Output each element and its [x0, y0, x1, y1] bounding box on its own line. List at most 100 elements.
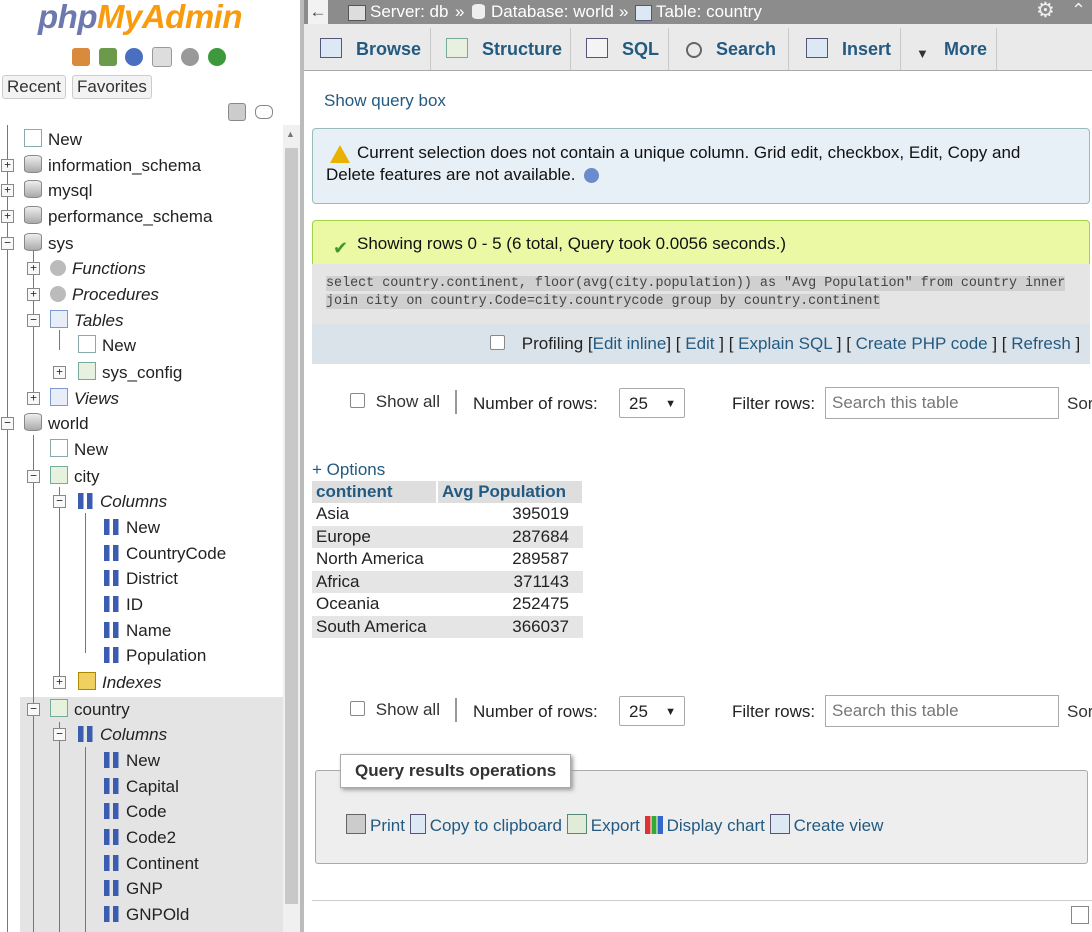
tree-sys-functions[interactable]: Functions — [50, 256, 146, 281]
gear-icon[interactable]: ⚙ — [1036, 0, 1055, 23]
collapse-icon[interactable]: − — [1, 237, 14, 250]
logout-icon[interactable] — [98, 47, 117, 66]
create-view-link[interactable]: Create view — [769, 814, 883, 835]
show-all-checkbox[interactable] — [350, 393, 365, 408]
tree-db-performance-schema[interactable]: performance_schema — [24, 204, 212, 229]
tree-db-mysql[interactable]: mysql — [24, 178, 92, 203]
tree-column-gnpold[interactable]: GNPOld — [104, 902, 189, 927]
filter-rows-input[interactable]: Search this table — [825, 387, 1059, 419]
tree-column-name[interactable]: Name — [104, 618, 171, 643]
print-link[interactable]: Print — [346, 814, 405, 835]
create-php-code-link[interactable]: Create PHP code — [856, 334, 988, 353]
tree-column-gnp[interactable]: GNP — [104, 876, 163, 901]
show-all-bottom[interactable]: Show all — [350, 700, 440, 720]
show-query-box-link[interactable]: Show query box — [324, 91, 446, 111]
breadcrumb: ← Server: db » Database: world » Table: … — [304, 0, 1092, 24]
expand-icon[interactable]: + — [27, 392, 40, 405]
show-all-top[interactable]: Show all — [350, 392, 440, 412]
breadcrumb-database[interactable]: Database: world — [491, 0, 614, 24]
tree-new-db[interactable]: New — [24, 127, 82, 152]
expand-icon[interactable]: + — [27, 288, 40, 301]
tree-column-capital[interactable]: Capital — [104, 774, 179, 799]
tree-column-code2[interactable]: Code2 — [104, 825, 176, 850]
tree-sys-views[interactable]: Views — [50, 386, 119, 411]
console-icon[interactable] — [1071, 906, 1089, 924]
tree-city-new-column[interactable]: New — [104, 515, 160, 540]
collapse-icon[interactable]: − — [53, 495, 66, 508]
expand-icon[interactable]: + — [27, 262, 40, 275]
collapse-icon[interactable]: − — [53, 728, 66, 741]
filter-rows-input[interactable]: Search this table — [825, 695, 1059, 727]
explain-sql-link[interactable]: Explain SQL — [738, 334, 832, 353]
tree-column-population[interactable]: Population — [104, 643, 206, 668]
tree-world-new-table[interactable]: New — [50, 437, 108, 462]
tree-table-sys-config[interactable]: sys_config — [78, 360, 182, 385]
tree-db-information-schema[interactable]: information_schema — [24, 153, 201, 178]
refresh-link[interactable]: Refresh — [1011, 334, 1071, 353]
tree-db-sys[interactable]: sys — [24, 231, 74, 256]
tab-insert[interactable]: Insert — [806, 28, 901, 70]
expand-icon[interactable]: + — [1, 159, 14, 172]
tree-table-country[interactable]: country — [50, 697, 130, 722]
reload-icon[interactable] — [207, 47, 226, 66]
views-icon — [50, 388, 68, 406]
copy-to-clipboard-link[interactable]: Copy to clipboard — [409, 814, 562, 835]
favorites-tab[interactable]: Favorites — [72, 75, 152, 99]
breadcrumb-server[interactable]: Server: db — [370, 0, 448, 24]
recent-tab[interactable]: Recent — [2, 75, 66, 99]
tree-column-continent[interactable]: Continent — [104, 851, 199, 876]
expand-icon[interactable]: + — [53, 366, 66, 379]
tree-sys-tables[interactable]: Tables — [50, 308, 123, 333]
tree-sys-procedures[interactable]: Procedures — [50, 282, 159, 307]
tree-city-indexes[interactable]: Indexes — [78, 670, 162, 695]
tree-db-world[interactable]: world — [24, 411, 89, 436]
scroll-up-icon[interactable]: ▲ — [286, 129, 295, 139]
tree-country-columns[interactable]: Columns — [78, 722, 167, 747]
edit-link[interactable]: Edit — [685, 334, 714, 353]
profiling-checkbox[interactable] — [490, 335, 505, 350]
tab-search[interactable]: Search — [686, 28, 789, 70]
rows-select[interactable]: 25 ▼ — [619, 696, 685, 726]
tree-city-columns[interactable]: Columns — [78, 489, 167, 514]
expand-icon[interactable]: + — [1, 184, 14, 197]
tab-structure[interactable]: Structure — [446, 28, 571, 70]
collapse-icon[interactable]: − — [27, 314, 40, 327]
link-icon[interactable] — [254, 104, 273, 119]
show-all-checkbox[interactable] — [350, 701, 365, 716]
settings-icon[interactable] — [180, 47, 199, 66]
nav-scrollbar-thumb[interactable] — [285, 148, 298, 904]
collapse-all-icon[interactable] — [228, 102, 246, 121]
options-link[interactable]: + Options — [312, 460, 385, 480]
edit-inline-link[interactable]: Edit inline — [593, 334, 667, 353]
help-icon[interactable] — [584, 168, 600, 183]
tab-more[interactable]: ▼ More — [916, 28, 997, 70]
docs-icon[interactable] — [152, 46, 173, 67]
rows-select[interactable]: 25 ▼ — [619, 388, 685, 418]
nav-resize-handle[interactable] — [300, 0, 304, 932]
tree-column-countrycode[interactable]: CountryCode — [104, 541, 226, 566]
arrow-left-icon[interactable]: ← — [308, 0, 328, 24]
help-icon[interactable] — [125, 47, 144, 66]
expand-icon[interactable]: + — [53, 676, 66, 689]
expand-icon[interactable]: + — [1, 210, 14, 223]
phpmyadmin-logo[interactable]: phpMyAdmin — [38, 0, 242, 36]
tree-sys-new-table[interactable]: New — [78, 333, 136, 358]
column-header-avg-population[interactable]: Avg Population — [437, 481, 584, 503]
tree-column-id[interactable]: ID — [104, 592, 143, 617]
collapse-icon[interactable]: − — [1, 417, 14, 430]
collapse-icon[interactable]: − — [27, 703, 40, 716]
breadcrumb-table[interactable]: Table: country — [656, 0, 762, 24]
column-header-continent[interactable]: continent — [312, 481, 438, 503]
tree-table-city[interactable]: city — [50, 464, 100, 489]
tab-sql[interactable]: SQL — [586, 28, 669, 70]
tree-country-new-column[interactable]: New — [104, 748, 160, 773]
collapse-top-icon[interactable]: ⌃ — [1071, 0, 1086, 22]
home-icon[interactable] — [72, 47, 90, 66]
chevron-down-icon: ▼ — [916, 46, 929, 61]
tree-column-district[interactable]: District — [104, 566, 178, 591]
collapse-icon[interactable]: − — [27, 470, 40, 483]
display-chart-link[interactable]: Display chart — [644, 816, 765, 835]
tab-browse[interactable]: Browse — [320, 28, 431, 70]
export-link[interactable]: Export — [566, 814, 640, 835]
tree-column-code[interactable]: Code — [104, 799, 167, 824]
